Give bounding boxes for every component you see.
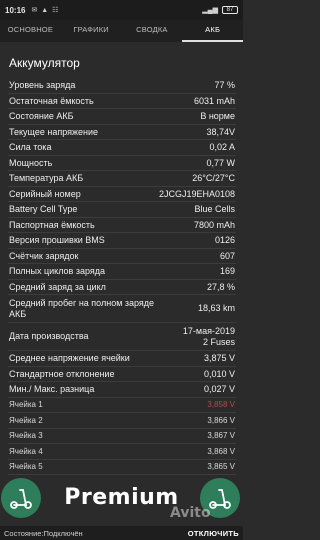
info-row-label: Текущее напряжение bbox=[9, 126, 99, 137]
cell-label: Ячейка 1 bbox=[9, 400, 43, 410]
info-row-value: Blue Cells bbox=[194, 204, 235, 215]
notification-icons: ✉ ▲ ☷ bbox=[31, 7, 60, 14]
info-row-label: Серийный номер bbox=[9, 188, 81, 199]
info-row: Температура АКБ 26°C/27°C bbox=[8, 171, 236, 187]
info-row-label: Среднее напряжение ячейки bbox=[9, 353, 130, 364]
status-bar: 10:16 ✉ ▲ ☷ ▂▄▆ 87 bbox=[0, 0, 243, 20]
footer-bar: Состояние:Подключён ОТКЛЮЧИТЬ bbox=[0, 526, 243, 540]
info-row-value: 169 bbox=[219, 266, 235, 277]
info-row-label: Сила тока bbox=[9, 142, 52, 153]
info-row-value: 27,8 % bbox=[206, 281, 235, 292]
info-row-label: Температура АКБ bbox=[9, 173, 84, 184]
info-row: Стандартное отклонение 0,010 V bbox=[8, 367, 236, 382]
info-row: Паспортная ёмкость 7800 mAh bbox=[8, 218, 236, 233]
info-row: Полных циклов заряда 169 bbox=[8, 264, 236, 280]
cell-label: Ячейка 3 bbox=[9, 431, 43, 441]
info-row-value: 77 % bbox=[214, 80, 235, 91]
cell-label: Ячейка 2 bbox=[9, 415, 43, 425]
info-row-value: 17-мая-2019 2 Fuses bbox=[182, 325, 235, 347]
tab-battery[interactable]: АКБ bbox=[182, 20, 243, 42]
avito-watermark: Avito bbox=[170, 505, 211, 521]
info-row: Battery Cell Type Blue Cells bbox=[8, 202, 236, 218]
info-row-label: Средний пробег на полном заряде АКБ bbox=[9, 297, 155, 319]
info-row-label: Средний заряд за цикл bbox=[9, 281, 106, 292]
scooter-button-left[interactable] bbox=[1, 478, 41, 518]
scooter-icon bbox=[10, 489, 32, 509]
info-row-label: Стандартное отклонение bbox=[9, 368, 115, 379]
info-row-value: 0,77 W bbox=[206, 157, 235, 168]
info-row-label: Версия прошивки BMS bbox=[9, 235, 105, 246]
info-row: Мин./ Макс. разница 0,027 V bbox=[8, 382, 236, 398]
info-row-value: 0,010 V bbox=[203, 368, 235, 379]
info-row-label: Мин./ Макс. разница bbox=[9, 384, 95, 395]
info-row: Состояние АКБ В норме bbox=[8, 109, 236, 125]
info-row-label: Счётчик зарядок bbox=[9, 250, 79, 261]
battery-icon: 87 bbox=[222, 6, 238, 14]
cell-voltage-row: Ячейка 2 3,866 V bbox=[8, 413, 236, 429]
disconnect-button[interactable]: ОТКЛЮЧИТЬ bbox=[188, 529, 239, 538]
info-row: Счётчик зарядок 607 bbox=[8, 249, 236, 264]
info-row-value: 607 bbox=[219, 250, 235, 261]
cell-voltage-value: 3,868 V bbox=[207, 446, 235, 456]
info-row-label: Уровень заряда bbox=[9, 80, 76, 91]
info-row-value: В норме bbox=[200, 111, 235, 122]
info-row: Уровень заряда 77 % bbox=[8, 78, 236, 94]
cell-label: Ячейка 4 bbox=[9, 446, 43, 456]
connection-status: Состояние:Подключён bbox=[4, 528, 83, 538]
premium-label: Premium bbox=[64, 484, 179, 510]
clock: 10:16 bbox=[5, 5, 26, 15]
info-row: Версия прошивки BMS 0126 bbox=[8, 233, 236, 249]
signal-icon: ▂▄▆ bbox=[202, 7, 218, 14]
info-row-value: 3,875 V bbox=[203, 353, 235, 364]
info-row-value: 0,02 A bbox=[209, 142, 235, 153]
info-row-value: 6031 mAh bbox=[193, 95, 235, 106]
tab-bar: ОСНОВНОЕ ГРАФИКИ СВОДКА АКБ bbox=[0, 20, 243, 42]
info-row-value: 18,63 km bbox=[197, 303, 235, 313]
cell-voltage-value: 3,866 V bbox=[207, 415, 235, 425]
page-title: Аккумулятор bbox=[9, 56, 80, 70]
cell-voltage-value: 3,867 V bbox=[207, 431, 235, 441]
info-row: Средний заряд за цикл 27,8 % bbox=[8, 280, 236, 295]
info-row-label: Дата производства bbox=[9, 331, 89, 341]
cell-voltage-row: Ячейка 4 3,868 V bbox=[8, 444, 236, 460]
battery-info-list: Уровень заряда 77 % Остаточная ёмкость 6031… bbox=[8, 78, 236, 475]
info-row-label: Полных циклов заряда bbox=[9, 266, 105, 277]
info-row-value: 0126 bbox=[214, 235, 235, 246]
info-row-value: 2JCGJ19EHA0108 bbox=[158, 188, 235, 199]
tab-summary[interactable]: СВОДКА bbox=[122, 20, 183, 42]
info-row-value: 0,027 V bbox=[203, 384, 235, 395]
info-row-value: 7800 mAh bbox=[193, 219, 235, 230]
system-icons: ▂▄▆ 87 bbox=[202, 6, 238, 14]
info-row: Среднее напряжение ячейки 3,875 V bbox=[8, 351, 236, 367]
info-row-label: Состояние АКБ bbox=[9, 111, 74, 122]
info-row: Серийный номер 2JCGJ19EHA0108 bbox=[8, 187, 236, 202]
info-row-label: Мощность bbox=[9, 157, 53, 168]
info-row-value: 26°C/27°C bbox=[192, 173, 235, 184]
info-row-label: Остаточная ёмкость bbox=[9, 95, 94, 106]
info-row: Остаточная ёмкость 6031 mAh bbox=[8, 94, 236, 109]
tab-main[interactable]: ОСНОВНОЕ bbox=[0, 20, 61, 42]
info-row-label: Battery Cell Type bbox=[9, 204, 78, 215]
info-row-label: Паспортная ёмкость bbox=[9, 219, 95, 230]
info-row: Мощность 0,77 W bbox=[8, 156, 236, 171]
cell-voltage-row: Ячейка 3 3,867 V bbox=[8, 429, 236, 444]
info-row: Средний пробег на полном заряде АКБ 18,63… bbox=[8, 295, 236, 323]
cell-voltage-value: 3,858 V bbox=[207, 400, 235, 410]
info-row: Дата производства 17-мая-2019 2 Fuses bbox=[8, 323, 236, 351]
info-row: Сила тока 0,02 A bbox=[8, 140, 236, 156]
info-row: Текущее напряжение 38,74V bbox=[8, 125, 236, 140]
cell-voltage-row: Ячейка 1 3,858 V bbox=[8, 398, 236, 413]
tab-charts[interactable]: ГРАФИКИ bbox=[61, 20, 122, 42]
info-row-value: 38,74V bbox=[206, 126, 235, 137]
